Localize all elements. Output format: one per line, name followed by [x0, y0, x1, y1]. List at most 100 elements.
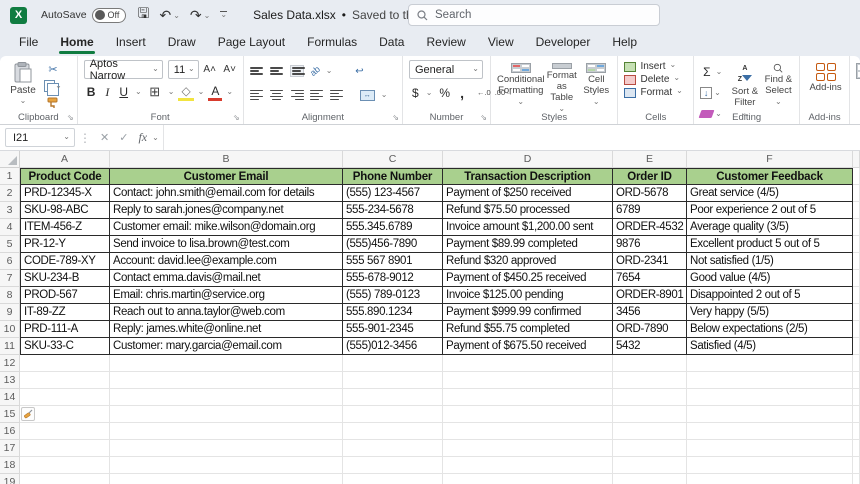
cell-styles-button[interactable]: Cell Styles	[579, 60, 613, 110]
row-header-6[interactable]: 6	[0, 253, 20, 270]
cell-E3[interactable]: 6789	[613, 202, 687, 219]
format-painter-button[interactable]	[44, 96, 62, 110]
tab-draw[interactable]: Draw	[157, 30, 207, 56]
cell-A10[interactable]: PRD-111-A	[20, 321, 110, 338]
cell-D2[interactable]: Payment of $250 received	[443, 185, 613, 202]
cell-F15[interactable]	[687, 406, 853, 423]
cell-A18[interactable]	[20, 457, 110, 474]
column-header-F[interactable]: F	[687, 151, 853, 168]
cell-C1[interactable]: Phone Number	[343, 168, 443, 185]
cancel-icon[interactable]: ✕	[95, 131, 114, 144]
customize-qat-icon[interactable]	[220, 11, 227, 20]
cell-C16[interactable]	[343, 423, 443, 440]
font-size-combo[interactable]: 11	[168, 60, 199, 79]
clipped-button[interactable]: A	[856, 60, 860, 110]
row-header-4[interactable]: 4	[0, 219, 20, 236]
cell-C15[interactable]	[343, 406, 443, 423]
autosave-control[interactable]: AutoSave Off	[41, 8, 126, 23]
insert-function-icon[interactable]: fx	[133, 130, 152, 145]
cell-C12[interactable]	[343, 355, 443, 372]
select-all-button[interactable]	[0, 151, 20, 168]
cell-F9[interactable]: Very happy (5/5)	[687, 304, 853, 321]
row-header-1[interactable]: 1	[0, 168, 20, 185]
column-header-A[interactable]: A	[20, 151, 110, 168]
cell-E17[interactable]	[613, 440, 687, 457]
delete-cells-button[interactable]: Delete	[624, 74, 689, 85]
conditional-formatting-button[interactable]: Conditional Formatting	[497, 60, 545, 110]
row-header-5[interactable]: 5	[0, 236, 20, 253]
cell-E10[interactable]: ORD-7890	[613, 321, 687, 338]
cell-C10[interactable]: 555-901-2345	[343, 321, 443, 338]
cell-C11[interactable]: (555)012-3456	[343, 338, 443, 355]
cell-B18[interactable]	[110, 457, 343, 474]
tab-page-layout[interactable]: Page Layout	[207, 30, 296, 56]
align-right-icon[interactable]	[290, 90, 304, 101]
name-box[interactable]: I21	[5, 128, 75, 147]
cell-A14[interactable]	[20, 389, 110, 406]
cell-D3[interactable]: Refund $75.50 processed	[443, 202, 613, 219]
cell-E6[interactable]: ORD-2341	[613, 253, 687, 270]
cell-D5[interactable]: Payment $89.99 completed	[443, 236, 613, 253]
comma-style-button[interactable]: ,	[457, 85, 467, 101]
shrink-font-button[interactable]: A˅	[221, 61, 239, 79]
align-left-icon[interactable]	[250, 90, 264, 101]
cell-F4[interactable]: Average quality (3/5)	[687, 219, 853, 236]
merge-center-icon[interactable]: ↔	[360, 90, 375, 101]
fill-icon[interactable]: ↓	[700, 87, 712, 99]
row-header-9[interactable]: 9	[0, 304, 20, 321]
font-color-button[interactable]: A	[208, 84, 222, 101]
row-header-8[interactable]: 8	[0, 287, 20, 304]
cell-F10[interactable]: Below expectations (2/5)	[687, 321, 853, 338]
cell-D14[interactable]	[443, 389, 613, 406]
cell-A16[interactable]	[20, 423, 110, 440]
save-icon[interactable]: 🖫	[138, 3, 150, 27]
cell-D4[interactable]: Invoice amount $1,200.00 sent	[443, 219, 613, 236]
cell-C6[interactable]: 555 567 8901	[343, 253, 443, 270]
decrease-indent-icon[interactable]	[310, 90, 324, 101]
percent-button[interactable]: %	[436, 86, 453, 100]
cell-C5[interactable]: (555)456-7890	[343, 236, 443, 253]
paste-options-button[interactable]	[21, 407, 35, 421]
cell-F16[interactable]	[687, 423, 853, 440]
cell-C2[interactable]: (555) 123-4567	[343, 185, 443, 202]
cut-icon[interactable]	[44, 62, 62, 76]
cell-D16[interactable]	[443, 423, 613, 440]
tab-help[interactable]: Help	[601, 30, 648, 56]
cell-F14[interactable]	[687, 389, 853, 406]
cell-E5[interactable]: 9876	[613, 236, 687, 253]
cell-A4[interactable]: ITEM-456-Z	[20, 219, 110, 236]
row-header-3[interactable]: 3	[0, 202, 20, 219]
cell-F7[interactable]: Good value (4/5)	[687, 270, 853, 287]
row-header-12[interactable]: 12	[0, 355, 20, 372]
cell-C19[interactable]	[343, 474, 443, 484]
cell-F19[interactable]	[687, 474, 853, 484]
row-header-19[interactable]: 19	[0, 474, 20, 484]
tab-home[interactable]: Home	[49, 30, 104, 56]
cell-C9[interactable]: 555.890.1234	[343, 304, 443, 321]
tab-formulas[interactable]: Formulas	[296, 30, 368, 56]
resize-handle-icon[interactable]	[75, 129, 95, 147]
enter-icon[interactable]: ✓	[114, 131, 133, 144]
cell-E4[interactable]: ORDER-4532	[613, 219, 687, 236]
cell-C17[interactable]	[343, 440, 443, 457]
cell-B12[interactable]	[110, 355, 343, 372]
align-top-icon[interactable]	[250, 67, 264, 75]
cell-E7[interactable]: 7654	[613, 270, 687, 287]
cell-F17[interactable]	[687, 440, 853, 457]
tab-review[interactable]: Review	[415, 30, 476, 56]
cell-D6[interactable]: Refund $320 approved	[443, 253, 613, 270]
excel-logo-icon[interactable]: X	[10, 7, 27, 24]
cell-C14[interactable]	[343, 389, 443, 406]
row-header-2[interactable]: 2	[0, 185, 20, 202]
cell-C3[interactable]: 555-234-5678	[343, 202, 443, 219]
number-dialog-launcher-icon[interactable]	[480, 113, 487, 122]
autosum-icon[interactable]: Σ	[700, 65, 713, 79]
cell-D12[interactable]	[443, 355, 613, 372]
font-name-combo[interactable]: Aptos Narrow	[84, 60, 163, 79]
cell-B4[interactable]: Customer email: mike.wilson@domain.org	[110, 219, 343, 236]
row-header-14[interactable]: 14	[0, 389, 20, 406]
cell-A8[interactable]: PROD-567	[20, 287, 110, 304]
cell-A13[interactable]	[20, 372, 110, 389]
row-header-15[interactable]: 15	[0, 406, 20, 423]
addins-button[interactable]: Add-ins	[806, 60, 845, 110]
